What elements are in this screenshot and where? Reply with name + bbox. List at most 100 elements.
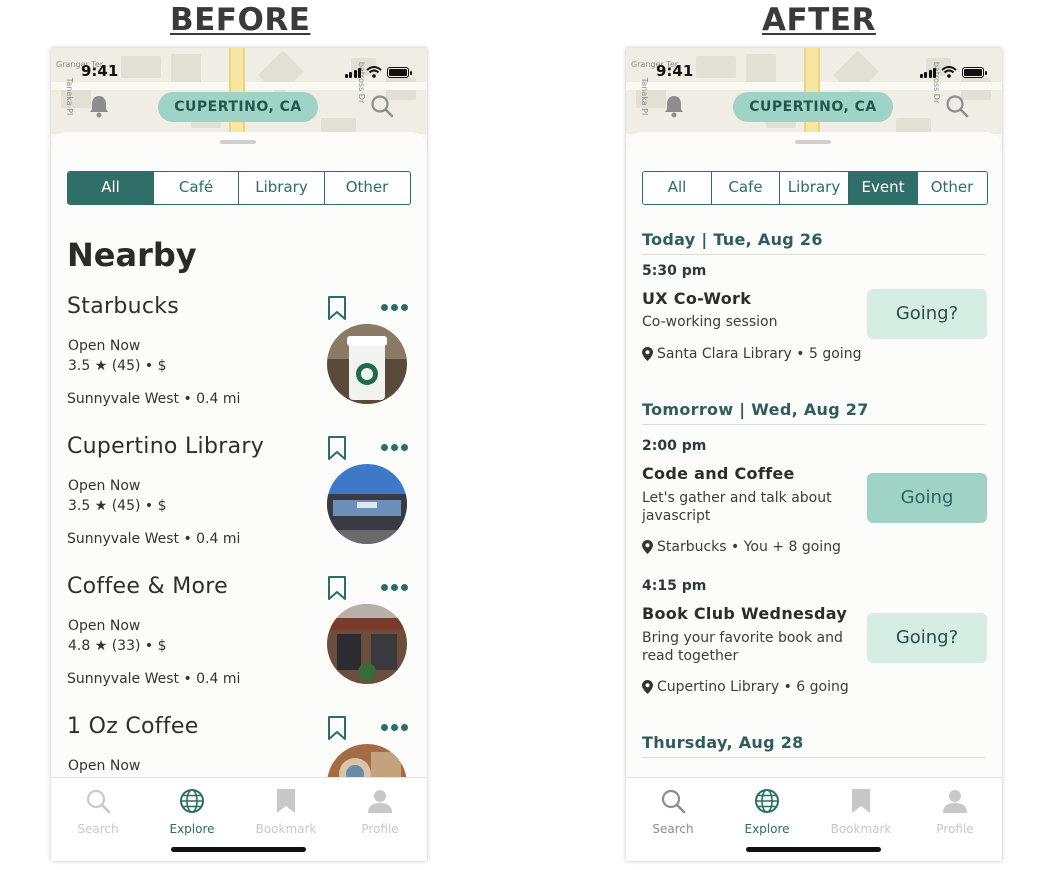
tab-label: Bookmark: [830, 822, 892, 836]
tab-label: Search: [77, 822, 119, 836]
bookmark-icon[interactable]: [327, 295, 347, 325]
event-location: Starbucks • You + 8 going: [642, 539, 841, 555]
place-name: Starbucks: [67, 294, 180, 319]
tab-profile[interactable]: Profile: [333, 788, 427, 836]
filter-library[interactable]: Library: [780, 172, 849, 204]
filter-other[interactable]: Other: [918, 172, 986, 204]
street-label-tanaka: Tanaka Pl: [640, 77, 650, 116]
status-time: 9:41: [81, 62, 119, 80]
place-area: Sunnyvale West • 0.4 mi: [67, 531, 241, 547]
sheet-drag-handle[interactable]: [795, 140, 831, 144]
filter-event[interactable]: Event: [849, 172, 918, 204]
tab-explore[interactable]: Explore: [145, 788, 239, 836]
event-description: Co-working session: [642, 314, 778, 330]
tab-bookmark[interactable]: Bookmark: [239, 788, 333, 836]
tab-bookmark[interactable]: Bookmark: [814, 788, 908, 836]
event-location-text: Cupertino Library • 6 going: [657, 679, 849, 695]
cellular-signal-icon: [919, 68, 936, 78]
event-location-text: Santa Clara Library • 5 going: [657, 346, 862, 362]
place-status: Open Now: [68, 758, 141, 774]
place-name: Coffee & More: [67, 574, 228, 599]
tab-search[interactable]: Search: [626, 788, 720, 836]
bookmark-icon[interactable]: [327, 715, 347, 745]
place-status: Open Now: [68, 618, 141, 634]
home-indicator[interactable]: [746, 847, 881, 852]
going-button[interactable]: Going?: [867, 289, 987, 339]
notification-bell-icon[interactable]: [663, 94, 685, 122]
home-indicator[interactable]: [171, 847, 306, 852]
event-time: 5:30 pm: [642, 263, 707, 279]
location-pin-icon: [642, 347, 653, 361]
tab-label: Profile: [361, 822, 399, 836]
tab-label: Explore: [169, 822, 215, 836]
results-sheet: All Café Library Other Nearby Starbucks …: [51, 132, 427, 861]
event-time: 2:00 pm: [642, 438, 707, 454]
location-pill[interactable]: CUPERTINO, CA: [733, 92, 893, 122]
wifi-icon: [941, 66, 957, 78]
before-phone-screen: Granger Ter Tanaka Pl batross Dr 9:41 CU…: [51, 48, 427, 861]
search-icon[interactable]: [370, 94, 394, 122]
event-time: 4:15 pm: [642, 578, 707, 594]
street-label-tanaka: Tanaka Pl: [65, 77, 75, 116]
day-heading: Tomorrow | Wed, Aug 27: [642, 400, 985, 425]
location-pin-icon: [642, 680, 653, 694]
filter-all[interactable]: All: [643, 172, 712, 204]
place-card[interactable]: Cupertino Library Open Now 3.5 ★ (45) • …: [51, 434, 427, 574]
event-title[interactable]: UX Co-Work: [642, 289, 751, 308]
wifi-icon: [366, 66, 382, 78]
sheet-drag-handle[interactable]: [220, 140, 256, 144]
place-area: Sunnyvale West • 0.4 mi: [67, 391, 241, 407]
location-pill[interactable]: CUPERTINO, CA: [158, 92, 318, 122]
filter-cafe[interactable]: Café: [154, 172, 239, 204]
day-heading: Thursday, Aug 28: [642, 733, 985, 758]
notification-bell-icon[interactable]: [88, 94, 110, 122]
status-icons: [919, 66, 987, 78]
status-time: 9:41: [656, 62, 694, 80]
bookmark-icon: [277, 789, 295, 813]
place-name: 1 Oz Coffee: [67, 714, 199, 739]
place-name: Cupertino Library: [67, 434, 265, 459]
event-location-text: Starbucks • You + 8 going: [657, 539, 841, 555]
tab-search[interactable]: Search: [51, 788, 145, 836]
tab-explore[interactable]: Explore: [720, 788, 814, 836]
place-photo: [327, 604, 407, 684]
place-rating: 3.5 ★ (45) • $: [68, 498, 167, 514]
location-pin-icon: [642, 540, 653, 554]
going-button[interactable]: Going?: [867, 613, 987, 663]
more-options-icon[interactable]: [381, 304, 408, 311]
bookmark-icon[interactable]: [327, 435, 347, 465]
event-location: Santa Clara Library • 5 going: [642, 346, 861, 362]
tab-label: Bookmark: [255, 822, 317, 836]
place-area: Sunnyvale West • 0.4 mi: [67, 671, 241, 687]
place-photo: [327, 464, 407, 544]
more-options-icon[interactable]: [381, 724, 408, 731]
bookmark-icon[interactable]: [327, 575, 347, 605]
profile-icon: [368, 790, 392, 813]
tab-profile[interactable]: Profile: [908, 788, 1002, 836]
search-icon: [86, 789, 111, 814]
place-card[interactable]: Coffee & More Open Now 4.8 ★ (33) • $ Su…: [51, 574, 427, 714]
section-title: Nearby: [67, 236, 197, 274]
place-card[interactable]: Starbucks Open Now 3.5 ★ (45) • $ Sunnyv…: [51, 294, 427, 434]
globe-icon: [180, 789, 204, 813]
tab-label: Explore: [744, 822, 790, 836]
going-button[interactable]: Going: [867, 473, 987, 523]
tab-label: Profile: [936, 822, 974, 836]
after-label: AFTER: [762, 2, 876, 38]
event-title[interactable]: Book Club Wednesday: [642, 604, 847, 623]
battery-icon: [962, 67, 987, 78]
filter-cafe[interactable]: Cafe: [712, 172, 780, 204]
search-icon[interactable]: [945, 94, 969, 122]
filter-other[interactable]: Other: [325, 172, 409, 204]
search-icon: [661, 789, 686, 814]
events-sheet: All Cafe Library Event Other Today | Tue…: [626, 132, 1002, 861]
event-title[interactable]: Code and Coffee: [642, 464, 795, 483]
more-options-icon[interactable]: [381, 584, 408, 591]
filter-all[interactable]: All: [68, 172, 154, 204]
filter-library[interactable]: Library: [239, 172, 325, 204]
place-rating: 4.8 ★ (33) • $: [68, 638, 167, 654]
event-description: Let's gather and talk about javascript: [642, 490, 832, 524]
profile-icon: [943, 790, 967, 813]
after-phone-screen: Granger Ter Tanaka Pl batross Dr 9:41 CU…: [626, 48, 1002, 861]
more-options-icon[interactable]: [381, 444, 408, 451]
